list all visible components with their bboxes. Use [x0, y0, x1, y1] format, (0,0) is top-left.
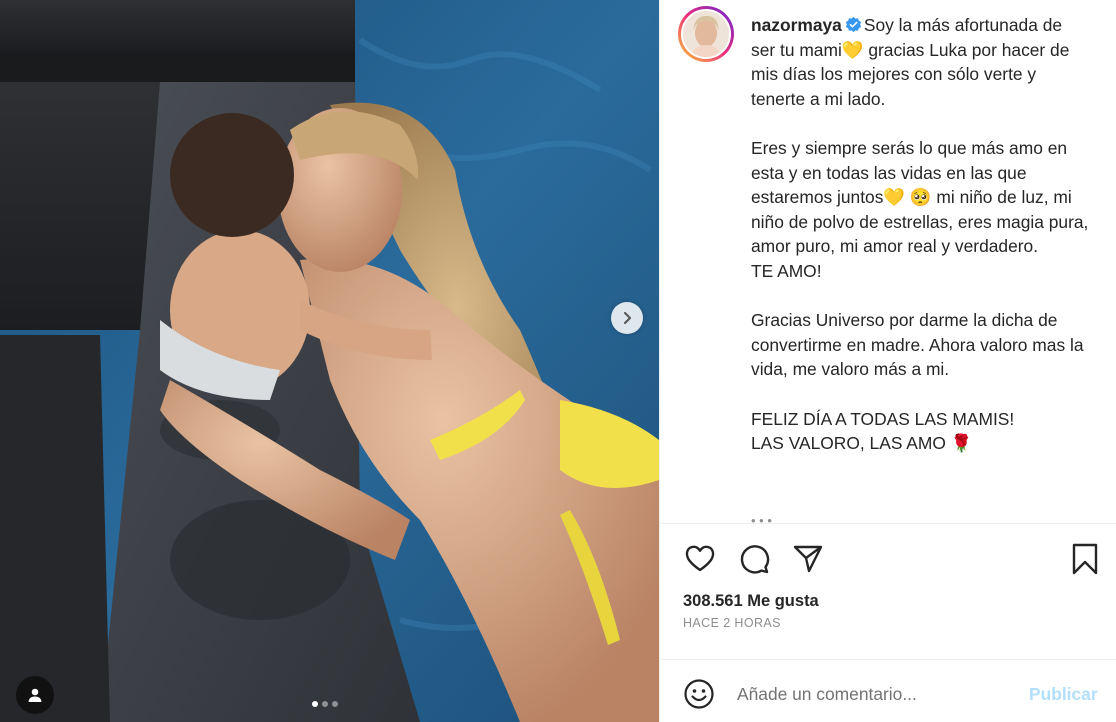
- user-tag-icon: [28, 688, 42, 702]
- comment-input[interactable]: [737, 680, 1007, 708]
- post-photo: [0, 0, 659, 722]
- post-media[interactable]: [0, 0, 659, 722]
- publish-button[interactable]: Publicar: [1029, 684, 1098, 705]
- post-actions: [682, 541, 844, 577]
- carousel-dot: [312, 701, 318, 707]
- avatar-image: [681, 9, 731, 59]
- post-details-panel: nazormaya Soy la más afortunada de ser tu…: [659, 0, 1116, 722]
- like-button[interactable]: [682, 541, 718, 577]
- paper-plane-icon: [793, 545, 823, 573]
- post-timestamp[interactable]: HACE 2 HORAS: [683, 616, 781, 630]
- carousel-indicator: [312, 701, 338, 707]
- divider: [660, 523, 1116, 524]
- caption-overflow: • • •: [751, 513, 772, 523]
- chevron-right-icon: [623, 311, 632, 325]
- username-link[interactable]: nazormaya: [751, 15, 842, 35]
- caption-section: nazormaya Soy la más afortunada de ser tu…: [660, 0, 1116, 523]
- save-button[interactable]: [1067, 541, 1103, 577]
- heart-icon: [685, 545, 715, 572]
- likes-count[interactable]: 308.561 Me gusta: [683, 592, 819, 611]
- avatar[interactable]: [678, 6, 734, 62]
- bookmark-icon: [1072, 543, 1098, 575]
- comment-bubble-icon: [740, 545, 770, 574]
- comment-button[interactable]: [736, 541, 772, 577]
- emoji-button[interactable]: [682, 677, 716, 711]
- carousel-dot: [332, 701, 338, 707]
- post-caption: nazormaya Soy la más afortunada de ser tu…: [751, 13, 1091, 456]
- caption-text: Soy la más afortunada de ser tu mami💛 gr…: [751, 15, 1089, 454]
- share-button[interactable]: [790, 541, 826, 577]
- carousel-dot: [322, 701, 328, 707]
- next-slide-button[interactable]: [611, 302, 643, 334]
- comment-bar: Publicar: [660, 660, 1116, 722]
- tagged-users-button[interactable]: [16, 676, 54, 714]
- smiley-icon: [684, 679, 714, 709]
- verified-badge-icon: [845, 16, 862, 33]
